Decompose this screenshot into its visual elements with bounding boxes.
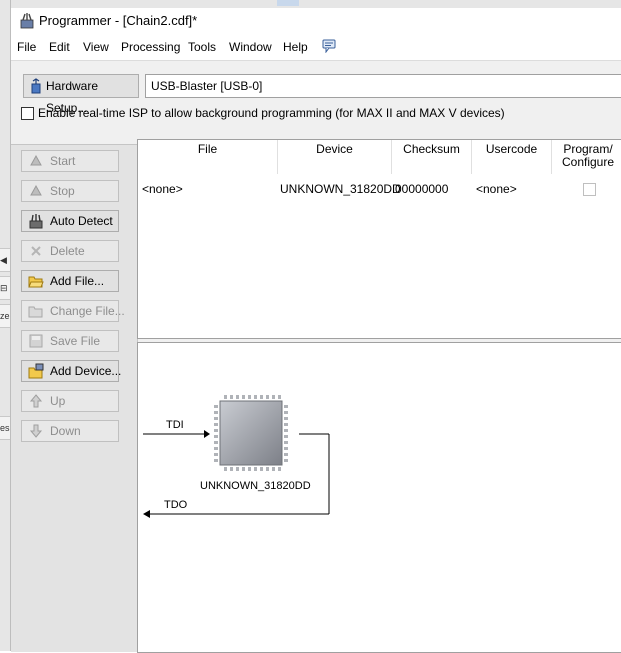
background-window-tab xyxy=(277,0,299,6)
title-bar: Programmer - [Chain2.cdf]* xyxy=(11,8,621,34)
save-icon xyxy=(29,334,43,348)
up-label: Up xyxy=(50,394,66,408)
add-device-button[interactable]: Add Device... xyxy=(21,360,122,382)
change-file-label: Change File... xyxy=(50,304,125,318)
stop-label: Stop xyxy=(50,184,75,198)
window-title: Programmer - [Chain2.cdf]* xyxy=(39,13,198,28)
background-window-top xyxy=(0,0,621,8)
menu-processing[interactable]: Processing xyxy=(121,40,180,54)
down-label: Down xyxy=(50,424,81,438)
chain-view: UNKNOWN_31820DD TDI TDO xyxy=(137,342,621,653)
start-label: Start xyxy=(50,154,76,168)
background-scroll-arrow: ◀ xyxy=(0,248,10,272)
tdo-label: TDO xyxy=(164,499,188,511)
chain-device-label: UNKNOWN_31820DD xyxy=(200,480,311,492)
hardware-setup-icon xyxy=(31,78,41,94)
help-topics-icon[interactable] xyxy=(322,39,336,53)
header-device[interactable]: Device xyxy=(278,140,392,174)
add-device-label: Add Device... xyxy=(50,364,122,378)
hardware-setup-button[interactable]: Hardware Setup... xyxy=(23,74,139,115)
menu-tools[interactable]: Tools xyxy=(188,40,216,54)
program-configure-checkbox[interactable] xyxy=(583,183,596,196)
header-checksum[interactable]: Checksum xyxy=(392,140,472,174)
start-icon xyxy=(30,154,42,166)
header-program-line1: Program/ xyxy=(563,142,613,156)
save-file-button[interactable]: Save File xyxy=(21,330,119,352)
isp-label: Enable real-time ISP to allow background… xyxy=(38,106,505,120)
menu-edit[interactable]: Edit xyxy=(49,40,70,54)
delete-icon xyxy=(31,246,41,256)
header-file[interactable]: File xyxy=(138,140,278,174)
device-chip[interactable] xyxy=(214,395,288,471)
arrow-down-icon xyxy=(29,424,43,438)
background-window-text: ze xyxy=(0,304,10,328)
stop-icon xyxy=(30,184,42,196)
header-usercode[interactable]: Usercode xyxy=(472,140,552,174)
chip-icon xyxy=(214,395,288,471)
background-window-strip: ◀ ⊟ ze es xyxy=(0,0,11,651)
menu-bar: File Edit View Processing Tools Window H… xyxy=(11,34,621,61)
hardware-value: USB-Blaster [USB-0] xyxy=(151,79,263,93)
add-device-icon xyxy=(28,363,44,379)
menu-view[interactable]: View xyxy=(83,40,109,54)
menu-help[interactable]: Help xyxy=(283,40,308,54)
folder-open-icon xyxy=(28,276,44,288)
hardware-field: USB-Blaster [USB-0] xyxy=(145,74,621,98)
delete-label: Delete xyxy=(50,244,85,258)
down-button[interactable]: Down xyxy=(21,420,119,442)
cell-usercode[interactable]: <none> xyxy=(476,182,517,196)
auto-detect-icon xyxy=(29,214,43,229)
add-file-label: Add File... xyxy=(50,274,105,288)
background-window-icon: ⊟ xyxy=(0,276,10,300)
stop-button[interactable]: Stop xyxy=(21,180,119,202)
isp-checkbox[interactable] xyxy=(21,107,34,120)
cell-checksum[interactable]: 00000000 xyxy=(395,182,448,196)
start-button[interactable]: Start xyxy=(21,150,119,172)
jtag-wires xyxy=(143,430,330,518)
delete-button[interactable]: Delete xyxy=(21,240,119,262)
up-button[interactable]: Up xyxy=(21,390,119,412)
device-table: File Device Checksum Usercode Program/ C… xyxy=(137,139,621,339)
auto-detect-button[interactable]: Auto Detect xyxy=(21,210,119,232)
change-file-button[interactable]: Change File... xyxy=(21,300,125,322)
change-file-icon xyxy=(28,306,43,318)
cell-device[interactable]: UNKNOWN_31820DD xyxy=(280,182,401,196)
cell-file[interactable]: <none> xyxy=(142,182,183,196)
header-program-configure[interactable]: Program/ Configure xyxy=(552,140,621,174)
add-file-button[interactable]: Add File... xyxy=(21,270,119,292)
tool-panel: Start Stop Auto Detect Delete Add File..… xyxy=(11,144,138,652)
header-program-line2: Configure xyxy=(561,155,615,169)
background-window-text: es xyxy=(0,416,10,440)
save-file-label: Save File xyxy=(50,334,101,348)
hardware-row: Hardware Setup... USB-Blaster [USB-0] xyxy=(11,74,621,115)
arrow-up-icon xyxy=(29,394,43,408)
menu-window[interactable]: Window xyxy=(229,40,272,54)
auto-detect-label: Auto Detect xyxy=(50,214,113,228)
tdi-label: TDI xyxy=(166,419,184,431)
programmer-window: Programmer - [Chain2.cdf]* File Edit Vie… xyxy=(11,8,621,653)
menu-file[interactable]: File xyxy=(17,40,36,54)
programmer-app-icon xyxy=(20,13,34,29)
